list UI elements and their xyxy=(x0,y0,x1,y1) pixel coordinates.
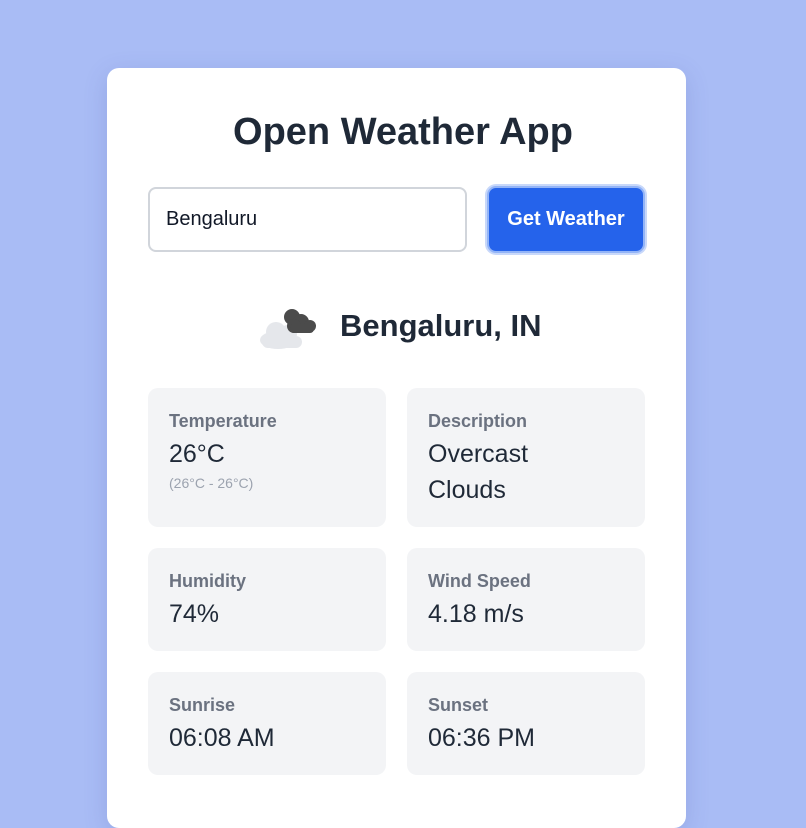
humidity-tile: Humidity 74% xyxy=(148,548,386,651)
sunset-tile: Sunset 06:36 PM xyxy=(407,672,645,775)
wind-speed-label: Wind Speed xyxy=(428,571,531,591)
get-weather-button[interactable]: Get Weather xyxy=(487,186,645,253)
sunset-value: 06:36 PM xyxy=(428,724,536,752)
sunrise-tile: Sunrise 06:08 AM xyxy=(148,672,386,775)
sunrise-value: 06:08 AM xyxy=(169,724,275,752)
sunrise-label: Sunrise xyxy=(169,695,236,715)
description-label: Description xyxy=(428,411,528,431)
temperature-value: 26°C xyxy=(169,440,225,468)
page-title: Open Weather App xyxy=(233,111,573,153)
temperature-range: (26°C - 26°C) xyxy=(169,475,254,491)
location-name: Bengaluru, IN xyxy=(340,308,542,343)
description-tile: Description Overcast Clouds xyxy=(407,388,645,527)
wind-speed-value: 4.18 m/s xyxy=(428,600,524,628)
location-header: Bengaluru, IN xyxy=(256,300,542,352)
cloud-icon xyxy=(256,300,320,352)
temperature-tile: Temperature 26°C (26°C - 26°C) xyxy=(148,388,386,527)
description-value: Overcast Clouds xyxy=(428,440,529,504)
city-search-input[interactable] xyxy=(148,187,467,252)
temperature-label: Temperature xyxy=(169,411,277,431)
sunset-label: Sunset xyxy=(428,695,489,715)
humidity-value: 74% xyxy=(169,600,220,628)
wind-speed-tile: Wind Speed 4.18 m/s xyxy=(407,548,645,651)
humidity-label: Humidity xyxy=(169,571,247,591)
